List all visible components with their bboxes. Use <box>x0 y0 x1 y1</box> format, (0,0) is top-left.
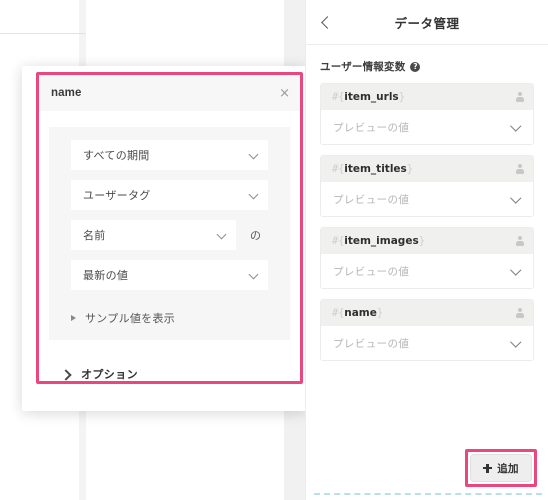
variable-preview-label: プレビューの値 <box>333 121 410 134</box>
options-toggle[interactable]: オプション <box>39 363 300 385</box>
attribute-select-label: 名前 <box>83 229 106 242</box>
usertag-select-label: ユーザータグ <box>83 189 151 202</box>
field-row-attribute: 名前 の <box>49 220 290 250</box>
section-header: ユーザー情報変数 ? <box>306 45 548 83</box>
variable-preview-label: プレビューの値 <box>333 265 410 278</box>
variable-name: #{item_urls} <box>332 91 516 103</box>
chevron-down-icon <box>512 266 522 276</box>
chevron-down-icon <box>512 194 522 204</box>
add-variable-button[interactable]: 追加 <box>470 454 532 482</box>
person-icon <box>516 164 524 174</box>
bottom-dashed-divider <box>314 493 542 495</box>
list-item: #{item_urls} プレビューの値 <box>320 83 534 145</box>
chevron-down-icon <box>250 191 259 200</box>
variable-name: #{item_titles} <box>332 163 516 175</box>
dialog-header: name × <box>39 75 300 111</box>
variable-preview-select[interactable]: プレビューの値 <box>321 110 533 144</box>
chevron-down-icon <box>250 151 259 160</box>
chevron-down-icon <box>512 122 522 132</box>
variable-prefix: #{ <box>332 235 345 247</box>
show-sample-value-toggle[interactable]: サンプル値を表示 <box>49 300 290 328</box>
person-icon <box>516 308 524 318</box>
variable-key: item_urls <box>344 91 399 103</box>
data-management-panel: データ管理 ユーザー情報変数 ? #{item_urls} プレビューの値 #{… <box>305 0 548 500</box>
chevron-right-icon <box>61 369 71 379</box>
variable-prefix: #{ <box>332 307 345 319</box>
triangle-right-icon <box>71 315 76 321</box>
chevron-down-icon <box>512 338 522 348</box>
field-row-aggregation: 最新の値 <box>49 260 290 290</box>
variable-suffix: } <box>406 163 413 175</box>
variable-preview-select[interactable]: プレビューの値 <box>321 254 533 288</box>
help-icon[interactable]: ? <box>410 61 421 72</box>
variable-key: item_images <box>344 235 419 247</box>
person-icon <box>516 92 524 102</box>
person-icon <box>516 236 524 246</box>
variable-key: name <box>344 307 377 319</box>
variable-preview-select[interactable]: プレビューの値 <box>321 326 533 360</box>
section-label: ユーザー情報変数 <box>320 61 406 73</box>
add-button-label: 追加 <box>497 462 519 475</box>
app-root: name × すべての期間 ユーザータグ 名前 の 最新の値 サンプル値を表示 … <box>0 0 548 500</box>
variable-suffix: } <box>418 235 425 247</box>
period-select-label: すべての期間 <box>83 149 150 162</box>
list-item: #{name} プレビューの値 <box>320 299 534 361</box>
chevron-left-icon[interactable] <box>319 15 333 29</box>
variable-name: #{name} <box>332 307 516 319</box>
panel-header: データ管理 <box>306 0 548 45</box>
variable-prefix: #{ <box>332 163 345 175</box>
page-title: データ管理 <box>394 15 460 31</box>
dialog-field-group: すべての期間 ユーザータグ 名前 の 最新の値 サンプル値を表示 <box>49 127 290 340</box>
aggregation-select[interactable]: 最新の値 <box>71 260 268 290</box>
options-toggle-label: オプション <box>81 368 138 381</box>
chevron-down-icon <box>218 231 227 240</box>
show-sample-value-label: サンプル値を表示 <box>85 312 176 325</box>
variable-suffix: } <box>398 91 405 103</box>
close-icon[interactable]: × <box>279 87 290 100</box>
variable-prefix: #{ <box>332 91 345 103</box>
dialog-body: すべての期間 ユーザータグ 名前 の 最新の値 サンプル値を表示 オプション <box>39 111 300 381</box>
list-item: #{item_titles} プレビューの値 <box>320 155 534 217</box>
variable-suffix: } <box>376 307 383 319</box>
field-row-period: すべての期間 <box>49 140 290 170</box>
variable-preview-select[interactable]: プレビューの値 <box>321 182 533 216</box>
period-select[interactable]: すべての期間 <box>71 140 268 170</box>
variable-list: #{item_urls} プレビューの値 #{item_titles} プレビュ… <box>306 83 548 361</box>
attribute-select[interactable]: 名前 <box>71 220 236 250</box>
variable-preview-label: プレビューの値 <box>333 193 410 206</box>
attribute-suffix-label: の <box>250 229 261 242</box>
chevron-down-icon <box>250 271 259 280</box>
list-item: #{item_images} プレビューの値 <box>320 227 534 289</box>
background-divider <box>0 33 86 34</box>
variable-card-header: #{item_urls} <box>321 84 533 110</box>
field-row-usertag: ユーザータグ <box>49 180 290 210</box>
variable-card-header: #{item_titles} <box>321 156 533 182</box>
dialog-title: name <box>51 87 82 99</box>
variable-card-header: #{item_images} <box>321 228 533 254</box>
variable-key: item_titles <box>344 163 407 175</box>
plus-icon <box>483 463 493 473</box>
variable-card-header: #{name} <box>321 300 533 326</box>
variable-name: #{item_images} <box>332 235 516 247</box>
aggregation-select-label: 最新の値 <box>83 269 129 282</box>
variable-preview-label: プレビューの値 <box>333 337 410 350</box>
add-button-highlight: 追加 <box>465 449 537 487</box>
usertag-select[interactable]: ユーザータグ <box>71 180 268 210</box>
